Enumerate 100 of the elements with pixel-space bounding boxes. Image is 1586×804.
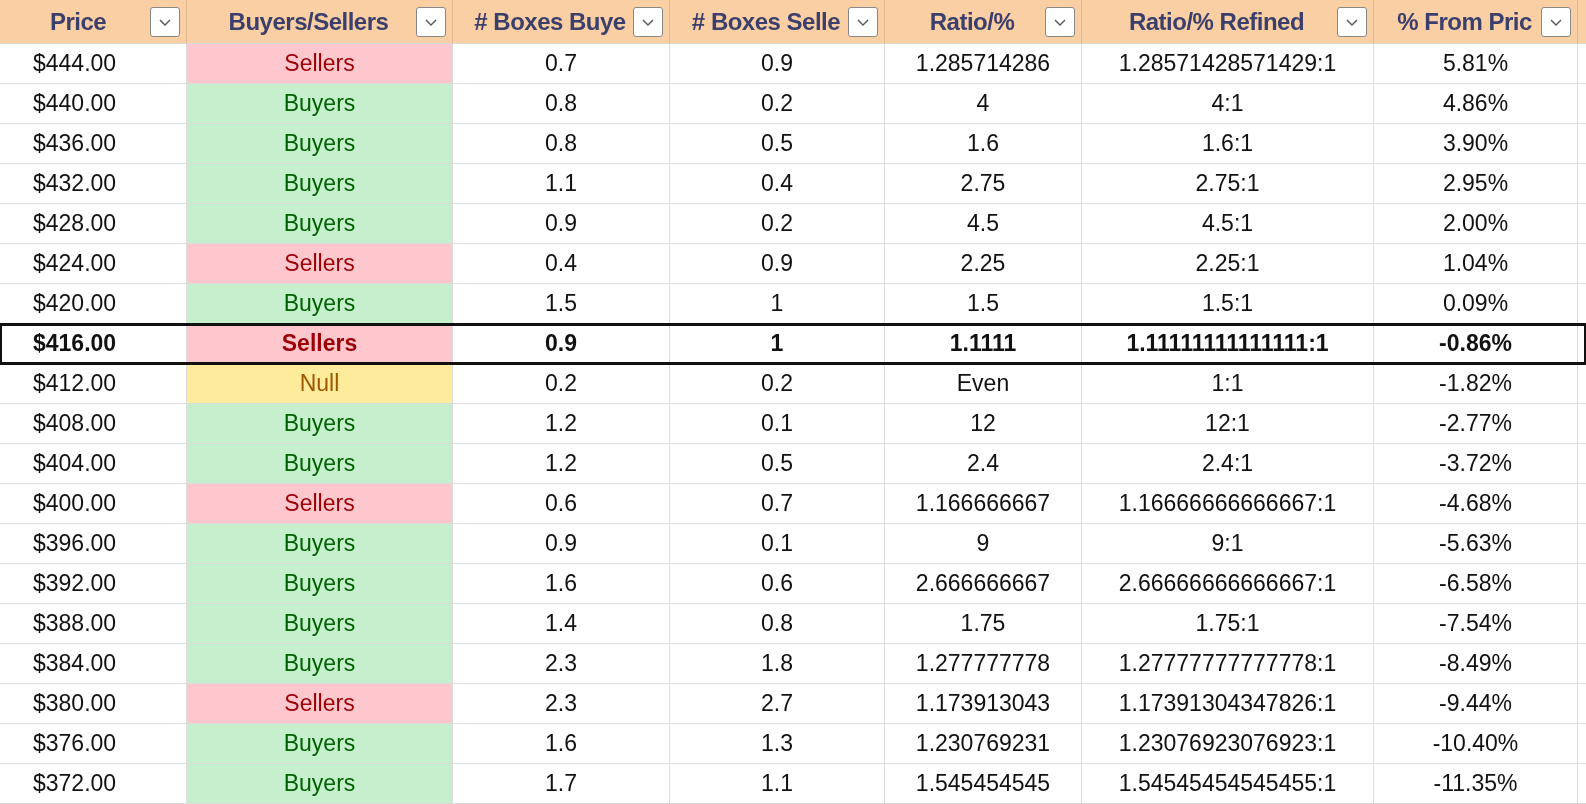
table-cell: 0.9 [453, 324, 670, 364]
table-cell: 1.5 [453, 284, 670, 324]
table-cell: 4.86% [1374, 84, 1578, 124]
table-cell: 1.166666667 [885, 484, 1082, 524]
table-cell: Buyers [187, 644, 453, 684]
table-cell: Buyers [187, 164, 453, 204]
table-cell: 1:1 [1082, 364, 1374, 404]
caret-icon [641, 17, 655, 27]
table-cell: 2.25:1 [1082, 244, 1374, 284]
column-title: Price [50, 7, 107, 36]
table-cell: 0.7 [670, 484, 885, 524]
table-cell: Buyers [187, 124, 453, 164]
table-cell: 1.285714286 [885, 44, 1082, 84]
table-cell: 2.66666666666667:1 [1082, 564, 1374, 604]
table-cell: 0.5 [670, 124, 885, 164]
table-cell: 1.1 [453, 164, 670, 204]
table-cell: 0.4 [670, 164, 885, 204]
table-cell: Even [885, 364, 1082, 404]
table-cell: Sellers [187, 44, 453, 84]
column-title: Ratio/% Refined [1128, 7, 1305, 36]
table-cell: 2.75 [885, 164, 1082, 204]
table-cell: 1.6:1 [1082, 124, 1374, 164]
table-cell: 0.5 [670, 444, 885, 484]
table-cell: 0.9 [670, 244, 885, 284]
table-cell: 1 [670, 284, 885, 324]
table-cell: -10.40% [1374, 724, 1578, 764]
column-title: Ratio/% [929, 7, 1015, 36]
table-cell: 1.5 [885, 284, 1082, 324]
table-cell: Sellers [187, 484, 453, 524]
table-cell: 0.8 [453, 84, 670, 124]
table-cell: 0.2 [670, 84, 885, 124]
table-cell: 4:1 [1082, 84, 1374, 124]
table-cell: 1.27777777777778:1 [1082, 644, 1374, 684]
table-cell: 1.11111111111111:1 [1082, 324, 1374, 364]
table-cell: 1.4 [453, 604, 670, 644]
table-cell: 1.1111 [885, 324, 1082, 364]
table-cell: Buyers [187, 444, 453, 484]
table-cell: 4 [885, 84, 1082, 124]
table-cell: 1.277777778 [885, 644, 1082, 684]
table-cell: 0.2 [670, 364, 885, 404]
table-cell: 9:1 [1082, 524, 1374, 564]
table-cell: 12:1 [1082, 404, 1374, 444]
table-cell: 2.3 [453, 644, 670, 684]
column-title: # Boxes Buye [474, 7, 626, 36]
caret-icon [1345, 17, 1359, 27]
table-cell: 0.9 [453, 204, 670, 244]
table-cell: 1.2 [453, 404, 670, 444]
table-cell: 1.17391304347826:1 [1082, 684, 1374, 724]
table-cell: Buyers [187, 764, 453, 804]
table-cell: Buyers [187, 724, 453, 764]
table-cell: 2.7 [670, 684, 885, 724]
filter-button[interactable] [1337, 7, 1367, 37]
table-cell: -9.44% [1374, 684, 1578, 724]
table-cell: -11.35% [1374, 764, 1578, 804]
filter-button[interactable] [633, 7, 663, 37]
table-cell: 1.173913043 [885, 684, 1082, 724]
caret-icon [424, 17, 438, 27]
table-cell: 1.8 [670, 644, 885, 684]
filter-button[interactable] [416, 7, 446, 37]
table-cell: 0.2 [670, 204, 885, 244]
table-cell: 1.75 [885, 604, 1082, 644]
filter-button[interactable] [848, 7, 878, 37]
table-cell: -7.54% [1374, 604, 1578, 644]
table-cell: 0.6 [453, 484, 670, 524]
table-cell: Buyers [187, 284, 453, 324]
caret-icon [1549, 17, 1563, 27]
table-cell: -3.72% [1374, 444, 1578, 484]
table-cell: 2.4 [885, 444, 1082, 484]
filter-button[interactable] [1541, 7, 1571, 37]
filter-button[interactable] [150, 7, 180, 37]
table-cell: 0.2 [453, 364, 670, 404]
table-cell: 1.6 [885, 124, 1082, 164]
table-cell: 1.7 [453, 764, 670, 804]
table-cell: Sellers [187, 244, 453, 284]
table-cell: Buyers [187, 524, 453, 564]
table-cell: 0.1 [670, 524, 885, 564]
table-cell: 4.5:1 [1082, 204, 1374, 244]
table-cell: 1.1 [670, 764, 885, 804]
table-cell: 1.230769231 [885, 724, 1082, 764]
column-title: Buyers/Sellers [228, 7, 389, 36]
caret-icon [856, 17, 870, 27]
table-cell: 1.04% [1374, 244, 1578, 284]
table-cell: -5.63% [1374, 524, 1578, 564]
table-cell: 4.5 [885, 204, 1082, 244]
filter-button[interactable] [1045, 7, 1075, 37]
table-cell: -1.82% [1374, 364, 1578, 404]
table-cell: 1.3 [670, 724, 885, 764]
table-cell: 2.666666667 [885, 564, 1082, 604]
table-cell: 0.8 [670, 604, 885, 644]
table-cell: Buyers [187, 84, 453, 124]
table-cell: 1.5:1 [1082, 284, 1374, 324]
table-cell: 1 [670, 324, 885, 364]
table-cell: 3.90% [1374, 124, 1578, 164]
table-cell: -4.68% [1374, 484, 1578, 524]
table-cell: 0.7 [453, 44, 670, 84]
table-cell: 2.3 [453, 684, 670, 724]
table-cell: 0.8 [453, 124, 670, 164]
table-cell: 0.1 [670, 404, 885, 444]
table-cell: 1.545454545 [885, 764, 1082, 804]
table-cell: 2.00% [1374, 204, 1578, 244]
